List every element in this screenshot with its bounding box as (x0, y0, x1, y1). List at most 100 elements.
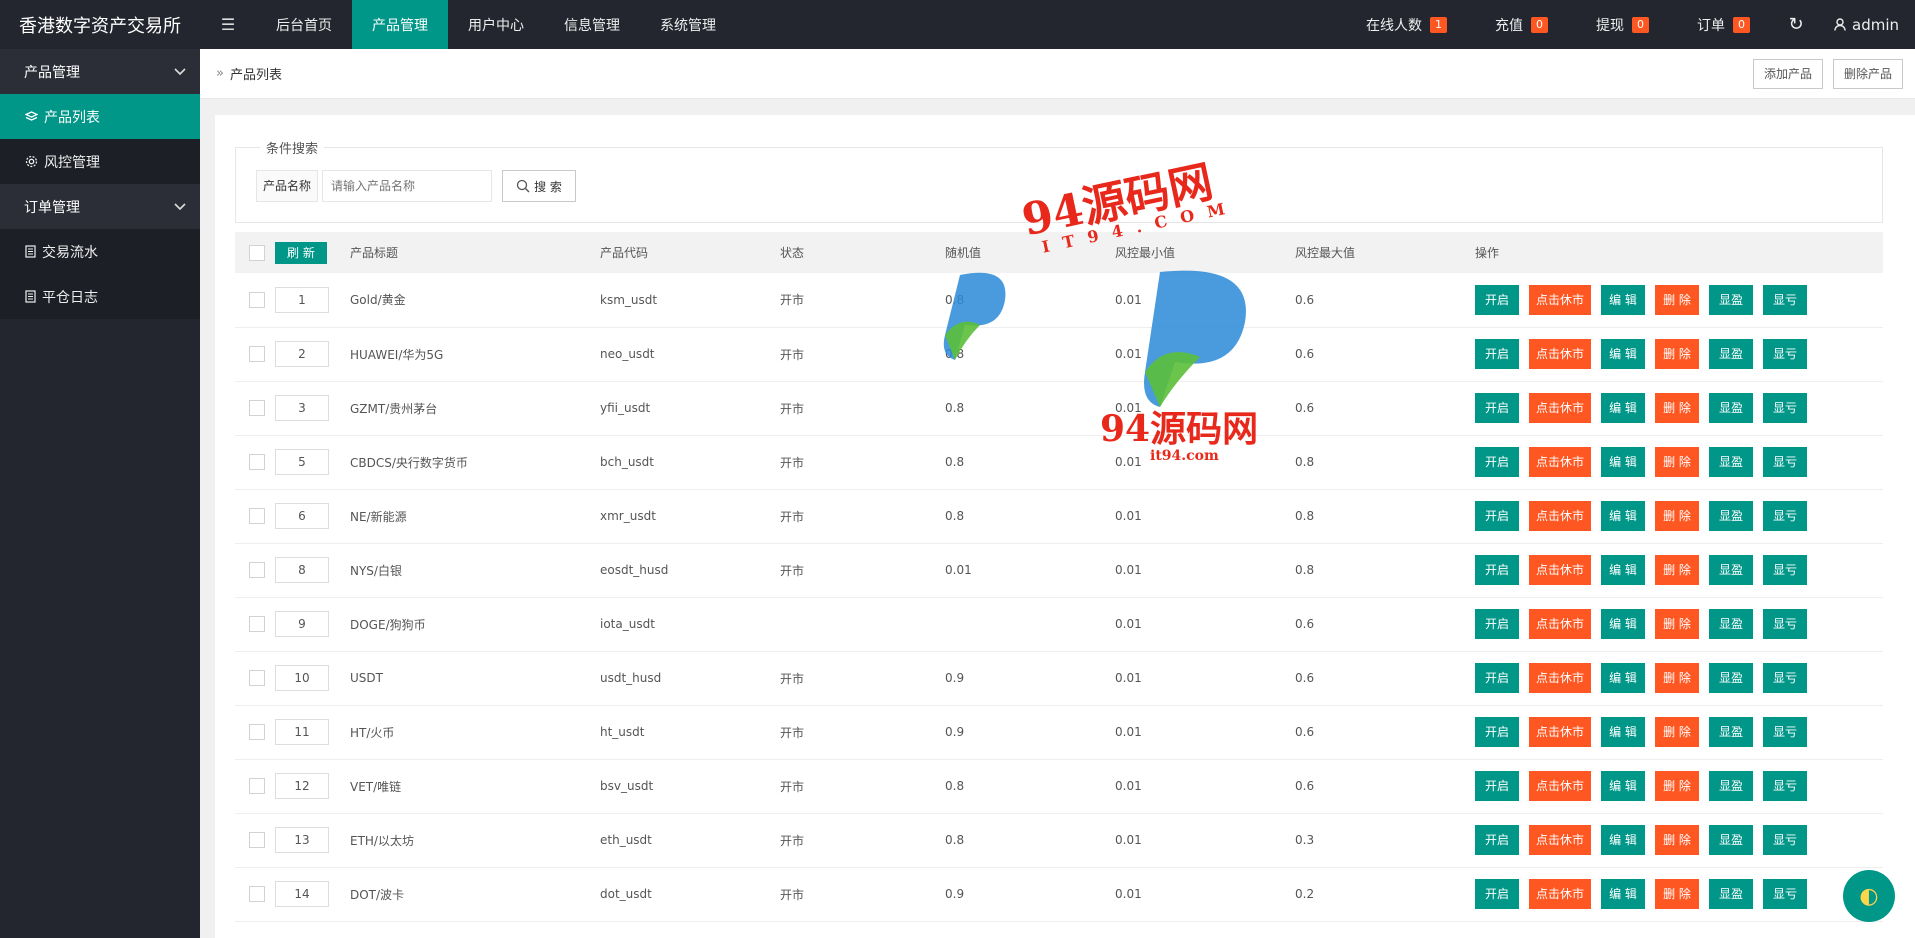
sort-input[interactable]: 6 (275, 503, 329, 529)
stat-online-users[interactable]: 在线人数 1 (1342, 0, 1471, 49)
open-button[interactable]: 开启 (1475, 447, 1519, 477)
delete-button[interactable]: 删 除 (1655, 771, 1700, 801)
edit-button[interactable]: 编 辑 (1601, 284, 1646, 315)
delete-button[interactable]: 删 除 (1655, 825, 1700, 855)
row-checkbox[interactable] (249, 724, 265, 740)
close-market-button[interactable]: 点击休市 (1529, 825, 1592, 855)
row-checkbox[interactable] (249, 508, 265, 524)
stat-orders[interactable]: 订单 0 (1673, 0, 1774, 49)
close-market-button[interactable]: 点击休市 (1529, 501, 1592, 531)
close-market-button[interactable]: 点击休市 (1529, 609, 1592, 639)
open-button[interactable]: 开启 (1475, 393, 1519, 423)
add-product-button[interactable]: 添加产品 (1752, 58, 1823, 89)
show-profit-button[interactable]: 显盈 (1709, 339, 1754, 369)
show-loss-button[interactable]: 显亏 (1763, 609, 1808, 639)
stat-withdraw[interactable]: 提现 0 (1572, 0, 1673, 49)
delete-button[interactable]: 删 除 (1655, 393, 1700, 423)
edit-button[interactable]: 编 辑 (1601, 717, 1646, 747)
sort-input[interactable]: 11 (275, 719, 329, 745)
user-menu[interactable]: admin (1818, 0, 1915, 49)
refresh-icon[interactable]: ↻ (1774, 0, 1818, 49)
refresh-sort-button[interactable]: 刷 新 (275, 241, 327, 264)
sidebar-group-product[interactable]: 产品管理 (0, 49, 200, 94)
delete-product-button[interactable]: 删除产品 (1832, 58, 1903, 89)
delete-button[interactable]: 删 除 (1655, 555, 1700, 585)
sidebar-item-risk-control[interactable]: 风控管理 (0, 139, 200, 184)
edit-button[interactable]: 编 辑 (1601, 609, 1646, 639)
nav-product-management[interactable]: 产品管理 (352, 0, 448, 49)
show-profit-button[interactable]: 显盈 (1709, 393, 1754, 423)
show-profit-button[interactable]: 显盈 (1709, 609, 1754, 639)
row-checkbox[interactable] (249, 291, 265, 308)
open-button[interactable]: 开启 (1475, 501, 1519, 531)
show-loss-button[interactable]: 显亏 (1763, 555, 1808, 585)
delete-button[interactable]: 删 除 (1655, 447, 1700, 477)
show-loss-button[interactable]: 显亏 (1763, 825, 1808, 855)
show-loss-button[interactable]: 显亏 (1763, 284, 1808, 315)
show-profit-button[interactable]: 显盈 (1709, 771, 1754, 801)
open-button[interactable]: 开启 (1475, 339, 1519, 369)
show-profit-button[interactable]: 显盈 (1709, 663, 1754, 693)
close-market-button[interactable]: 点击休市 (1529, 447, 1592, 477)
delete-button[interactable]: 删 除 (1655, 339, 1700, 369)
show-profit-button[interactable]: 显盈 (1709, 501, 1754, 531)
sort-input[interactable]: 9 (275, 611, 329, 637)
delete-button[interactable]: 删 除 (1655, 717, 1700, 747)
edit-button[interactable]: 编 辑 (1601, 771, 1646, 801)
row-checkbox[interactable] (249, 778, 265, 794)
edit-button[interactable]: 编 辑 (1601, 447, 1646, 477)
row-checkbox[interactable] (249, 346, 265, 362)
sort-input[interactable]: 13 (275, 827, 329, 853)
sidebar-item-product-list[interactable]: 产品列表 (0, 94, 200, 139)
stat-recharge[interactable]: 充值 0 (1471, 0, 1572, 49)
sort-input[interactable]: 5 (275, 449, 329, 475)
edit-button[interactable]: 编 辑 (1601, 501, 1646, 531)
delete-button[interactable]: 删 除 (1655, 284, 1700, 315)
show-loss-button[interactable]: 显亏 (1763, 717, 1808, 747)
menu-toggle-icon[interactable]: ☰ (200, 0, 256, 49)
row-checkbox[interactable] (249, 832, 265, 848)
show-loss-button[interactable]: 显亏 (1763, 879, 1808, 909)
open-button[interactable]: 开启 (1475, 609, 1519, 639)
delete-button[interactable]: 删 除 (1655, 501, 1700, 531)
nav-info-management[interactable]: 信息管理 (544, 0, 640, 49)
show-profit-button[interactable]: 显盈 (1709, 717, 1754, 747)
close-market-button[interactable]: 点击休市 (1529, 339, 1592, 369)
sort-input[interactable]: 3 (275, 395, 329, 421)
close-market-button[interactable]: 点击休市 (1529, 393, 1592, 423)
sidebar-group-orders[interactable]: 订单管理 (0, 184, 200, 229)
nav-home[interactable]: 后台首页 (256, 0, 352, 49)
open-button[interactable]: 开启 (1475, 879, 1519, 909)
select-all-checkbox[interactable] (249, 244, 265, 261)
row-checkbox[interactable] (249, 562, 265, 578)
nav-user-center[interactable]: 用户中心 (448, 0, 544, 49)
open-button[interactable]: 开启 (1475, 717, 1519, 747)
open-button[interactable]: 开启 (1475, 284, 1519, 315)
edit-button[interactable]: 编 辑 (1601, 663, 1646, 693)
delete-button[interactable]: 删 除 (1655, 609, 1700, 639)
row-checkbox[interactable] (249, 616, 265, 632)
close-market-button[interactable]: 点击休市 (1529, 879, 1592, 909)
open-button[interactable]: 开启 (1475, 555, 1519, 585)
open-button[interactable]: 开启 (1475, 825, 1519, 855)
row-checkbox[interactable] (249, 670, 265, 686)
nav-system-management[interactable]: 系统管理 (640, 0, 736, 49)
search-button[interactable]: 搜 索 (502, 170, 576, 202)
close-market-button[interactable]: 点击休市 (1529, 663, 1592, 693)
sort-input[interactable]: 14 (275, 881, 329, 907)
show-loss-button[interactable]: 显亏 (1763, 663, 1808, 693)
show-loss-button[interactable]: 显亏 (1763, 501, 1808, 531)
delete-button[interactable]: 删 除 (1655, 879, 1700, 909)
sidebar-item-close-log[interactable]: 平仓日志 (0, 274, 200, 319)
delete-button[interactable]: 删 除 (1655, 663, 1700, 693)
show-profit-button[interactable]: 显盈 (1709, 825, 1754, 855)
show-profit-button[interactable]: 显盈 (1709, 447, 1754, 477)
sidebar-item-trade-flow[interactable]: 交易流水 (0, 229, 200, 274)
floating-support-button[interactable]: ◐ (1843, 870, 1895, 922)
edit-button[interactable]: 编 辑 (1601, 825, 1646, 855)
search-input[interactable] (322, 170, 492, 202)
edit-button[interactable]: 编 辑 (1601, 879, 1646, 909)
row-checkbox[interactable] (249, 886, 265, 902)
close-market-button[interactable]: 点击休市 (1529, 717, 1592, 747)
open-button[interactable]: 开启 (1475, 771, 1519, 801)
